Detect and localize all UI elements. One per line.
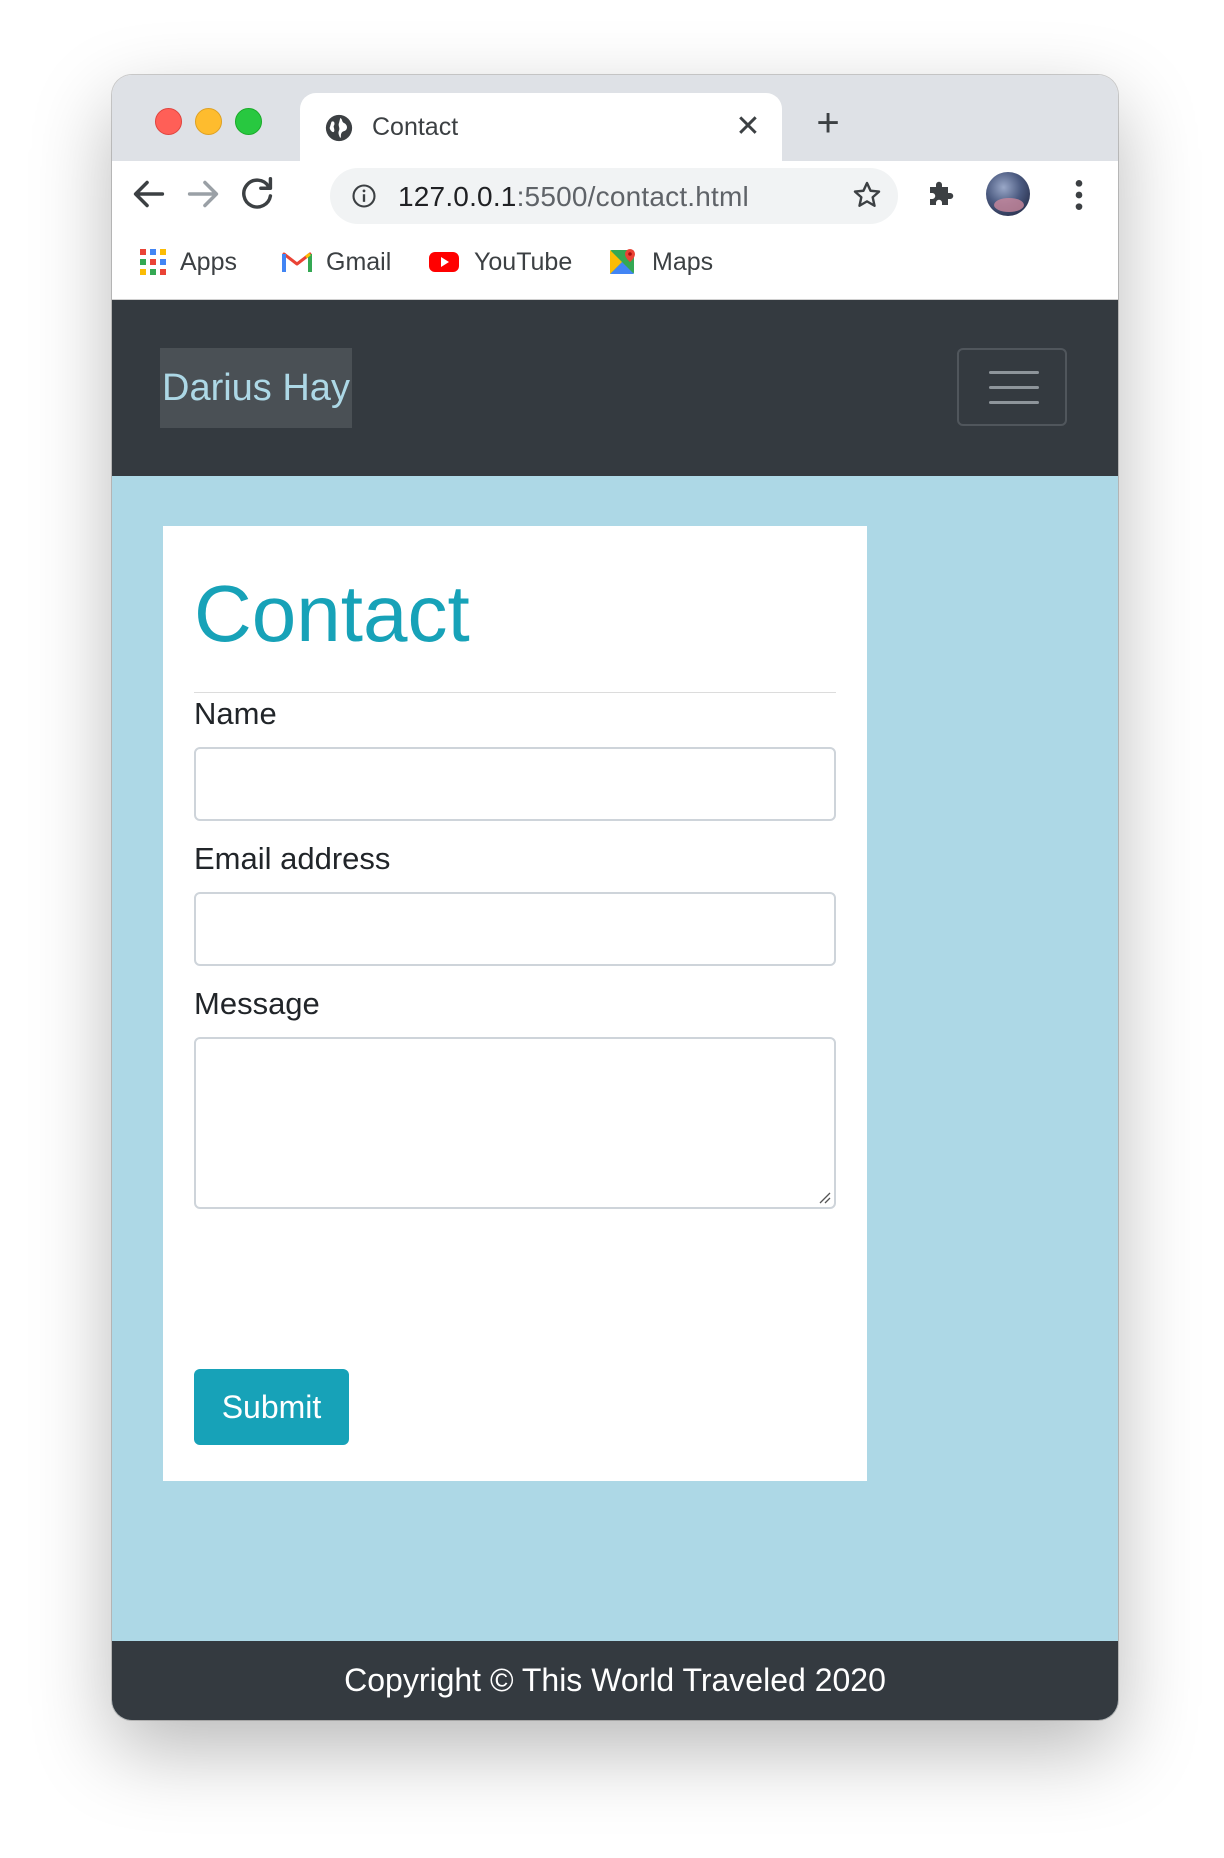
info-icon[interactable] xyxy=(350,182,378,210)
url-text[interactable]: 127.0.0.1:5500/contact.html xyxy=(398,181,749,213)
message-label: Message xyxy=(194,986,320,1021)
apps-grid-icon xyxy=(140,249,166,275)
browser-toolbar: 127.0.0.1:5500/contact.html xyxy=(112,161,1118,227)
bookmark-gmail[interactable]: Gmail xyxy=(282,245,391,279)
hamburger-icon-line xyxy=(989,386,1039,389)
reload-icon[interactable] xyxy=(234,171,280,217)
close-tab-icon[interactable]: ✕ xyxy=(730,109,766,145)
gmail-icon xyxy=(282,252,312,272)
bookmark-maps-label: Maps xyxy=(652,247,714,276)
bookmark-youtube[interactable]: YouTube xyxy=(428,245,572,279)
name-label: Name xyxy=(194,696,277,731)
url-host: 127.0.0.1 xyxy=(398,181,517,212)
resize-handle-icon[interactable] xyxy=(817,1190,831,1204)
address-bar[interactable]: 127.0.0.1:5500/contact.html xyxy=(330,168,898,224)
footer-copyright-text: Copyright © This World Traveled 2020 xyxy=(344,1662,886,1698)
bookmark-star-icon[interactable] xyxy=(850,178,884,212)
tab-title: Contact xyxy=(372,113,459,141)
message-textarea[interactable] xyxy=(194,1037,836,1209)
forward-arrow-icon[interactable] xyxy=(180,171,226,217)
tab-strip: Contact ✕ + xyxy=(112,75,1118,161)
browser-window: Contact ✕ + 127.0.0.1:5500/contact.html xyxy=(112,75,1118,1720)
url-path: :5500/contact.html xyxy=(516,181,749,212)
submit-button[interactable]: Submit xyxy=(194,1369,349,1445)
maximize-window-button[interactable] xyxy=(235,108,262,135)
hamburger-icon-line xyxy=(989,401,1039,404)
contact-card: Contact Name Email address Message Submi… xyxy=(163,526,867,1481)
navbar-toggler-button[interactable] xyxy=(957,348,1067,426)
email-label: Email address xyxy=(194,841,391,876)
bookmark-gmail-label: Gmail xyxy=(326,247,392,276)
bookmark-apps[interactable]: Apps xyxy=(140,245,237,279)
new-tab-button[interactable]: + xyxy=(806,101,850,145)
bookmark-apps-label: Apps xyxy=(180,247,237,276)
site-navbar: Darius Hay xyxy=(112,300,1118,476)
maps-icon xyxy=(610,249,635,274)
site-footer: Copyright © This World Traveled 2020 xyxy=(112,1641,1118,1720)
email-input[interactable] xyxy=(194,892,836,966)
name-input[interactable] xyxy=(194,747,836,821)
bookmark-maps[interactable]: Maps xyxy=(608,245,713,279)
page-viewport: Darius Hay Contact Name Email address Me… xyxy=(112,300,1118,1720)
hamburger-icon-line xyxy=(989,371,1039,374)
more-menu-icon[interactable] xyxy=(1064,175,1094,215)
page-title: Contact xyxy=(194,569,470,658)
tab-contact[interactable]: Contact ✕ xyxy=(300,93,782,161)
back-arrow-icon[interactable] xyxy=(126,171,172,217)
divider xyxy=(194,692,836,693)
minimize-window-button[interactable] xyxy=(195,108,222,135)
profile-avatar[interactable] xyxy=(986,172,1030,216)
extensions-puzzle-icon[interactable] xyxy=(924,175,960,211)
bookmarks-bar: Apps Gmail YouTube Maps xyxy=(112,227,1118,300)
globe-icon xyxy=(325,114,353,142)
navbar-brand-link[interactable]: Darius Hay xyxy=(160,348,352,428)
youtube-icon xyxy=(429,252,459,272)
close-window-button[interactable] xyxy=(155,108,182,135)
bookmark-youtube-label: YouTube xyxy=(474,247,573,276)
